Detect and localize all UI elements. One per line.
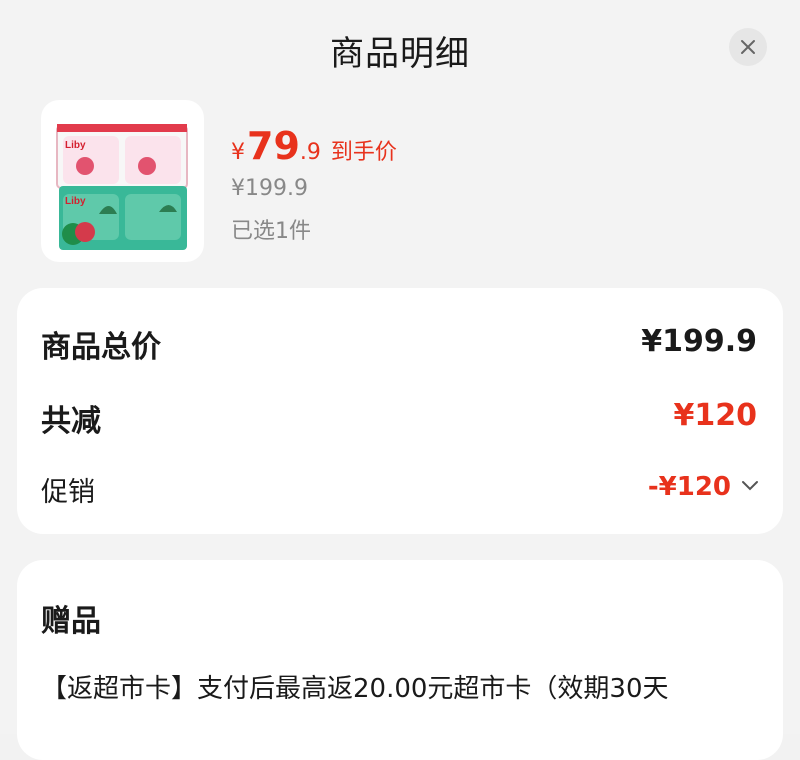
original-price: ¥199.9 xyxy=(231,176,308,201)
promotion-label: 促销 xyxy=(41,477,95,508)
total-price-label: 商品总价 xyxy=(41,330,161,365)
gift-description: 【返超市卡】支付后最高返20.00元超市卡（效期30天 xyxy=(41,674,669,704)
discount-value: ¥120 xyxy=(673,398,758,433)
promotion-value[interactable]: -¥120 xyxy=(648,472,731,502)
svg-text:Liby: Liby xyxy=(65,140,86,151)
price-decimal: .9 xyxy=(299,140,321,165)
sheet-header: 商品明细 xyxy=(0,0,800,96)
currency-symbol: ¥ xyxy=(231,140,245,165)
price-summary-card: 商品总价 ¥199.9 共减 ¥120 促销 -¥120 xyxy=(17,288,783,534)
total-price-value: ¥199.9 xyxy=(641,324,757,359)
product-image: Liby Liby xyxy=(41,100,204,262)
price-integer: 79 xyxy=(247,124,300,168)
close-button[interactable] xyxy=(729,28,767,66)
gift-title: 赠品 xyxy=(41,604,101,639)
page-title: 商品明细 xyxy=(330,34,470,74)
close-icon xyxy=(741,40,755,54)
gift-card: 赠品 【返超市卡】支付后最高返20.00元超市卡（效期30天 xyxy=(17,560,783,760)
selected-quantity: 已选1件 xyxy=(231,219,311,244)
price-tag-label: 到手价 xyxy=(330,140,397,165)
svg-text:Liby: Liby xyxy=(65,196,86,207)
chevron-down-icon[interactable] xyxy=(741,480,759,492)
product-detail-sheet: 商品明细 Liby Liby ¥ 79 .9 到手价 ¥199.9 已选1件 商… xyxy=(0,0,800,760)
final-price: ¥ 79 .9 到手价 xyxy=(231,124,397,168)
discount-label: 共减 xyxy=(41,404,101,439)
